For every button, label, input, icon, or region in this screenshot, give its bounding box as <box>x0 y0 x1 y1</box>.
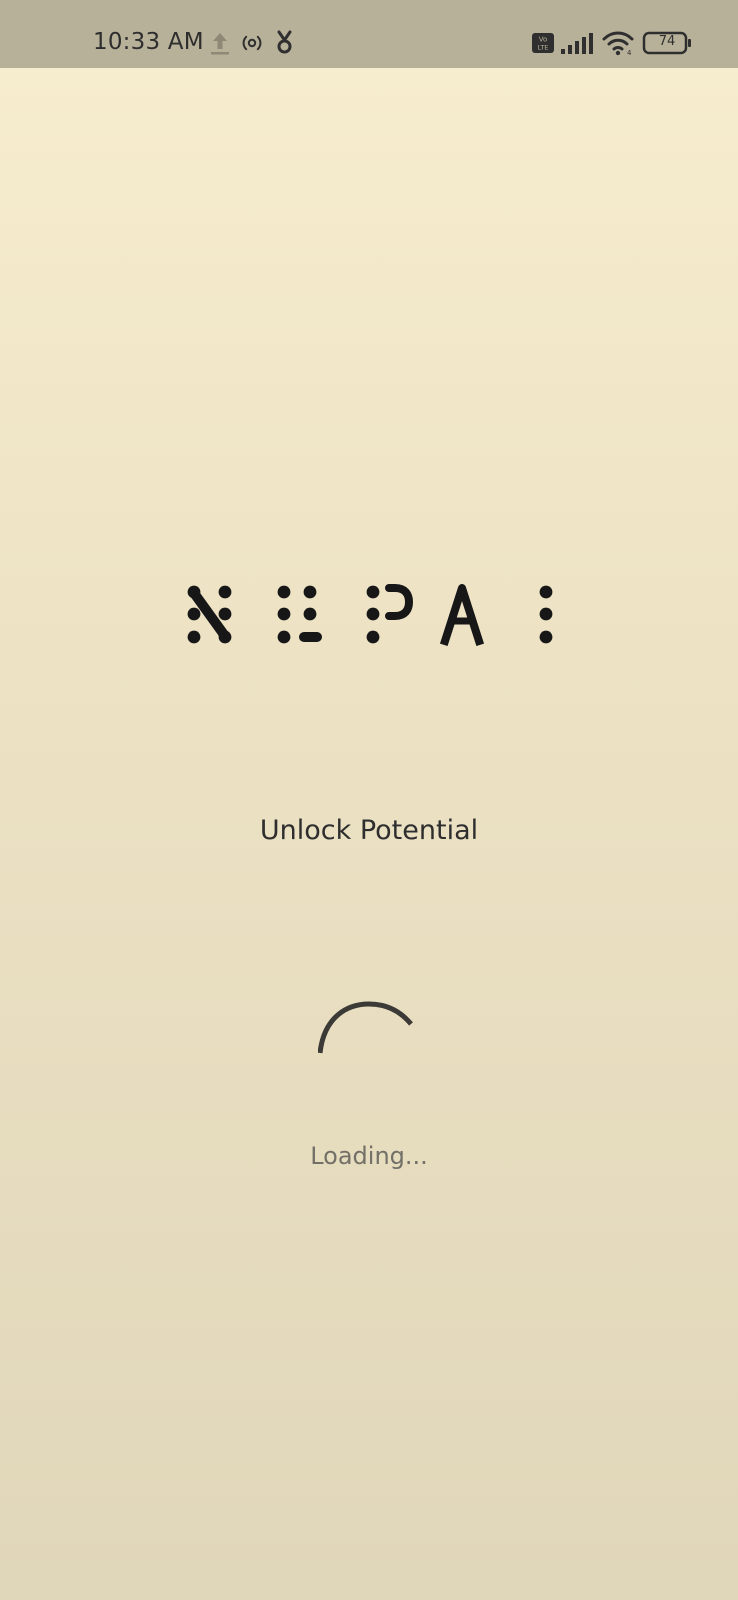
tagline: Unlock Potential <box>259 815 479 846</box>
signal-icon <box>561 33 593 54</box>
nepai-logo <box>187 584 553 646</box>
upload-icon <box>211 33 229 55</box>
notification-app-icon <box>277 30 292 54</box>
volte-icon: Vo LTE <box>532 33 554 53</box>
hotspot-icon <box>242 35 262 51</box>
battery-level-text: 74 <box>658 34 676 49</box>
svg-text:4: 4 <box>627 49 632 56</box>
wifi-icon: 4 <box>602 31 634 56</box>
loading-text: Loading... <box>310 1142 428 1170</box>
loading-spinner-icon <box>318 1001 413 1054</box>
svg-text:LTE: LTE <box>538 44 549 52</box>
status-time: 10:33 AM <box>93 29 204 55</box>
status-bar: 10:33 AM Vo LTE 4 74 <box>0 0 738 68</box>
svg-text:Vo: Vo <box>539 36 548 44</box>
